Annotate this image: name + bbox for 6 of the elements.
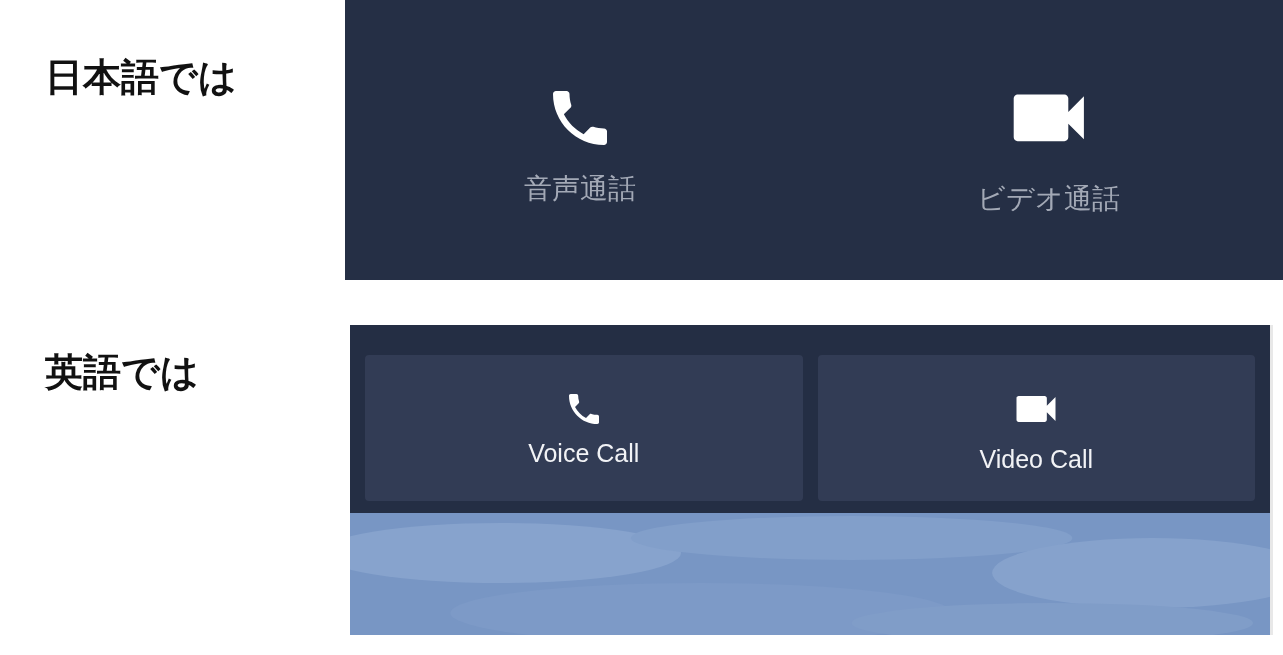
video-call-button[interactable]: ビデオ通話 xyxy=(814,0,1283,280)
voice-call-button[interactable]: 音声通話 xyxy=(345,0,814,280)
video-call-button[interactable]: Video Call xyxy=(817,355,1255,501)
section-label: 日本語では xyxy=(45,55,237,99)
section-label: 英語では xyxy=(45,350,199,394)
voice-call-button[interactable]: Voice Call xyxy=(365,355,803,501)
